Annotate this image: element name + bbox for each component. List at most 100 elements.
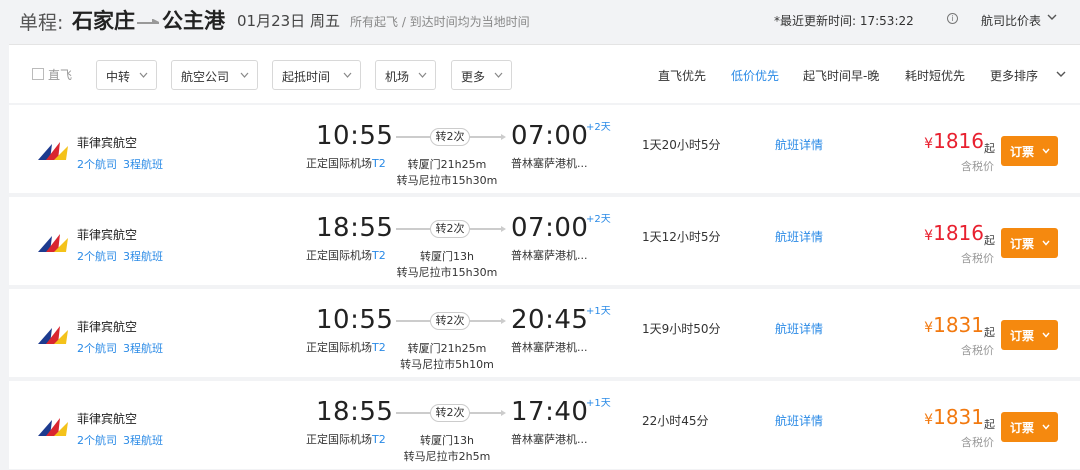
- book-button-label: 订票: [1010, 145, 1035, 159]
- price-value: 1831: [933, 313, 984, 337]
- price-from-label: 起: [984, 326, 995, 339]
- book-button[interactable]: 订票: [1001, 412, 1058, 442]
- codeshare-link[interactable]: 2个航司: [77, 156, 117, 172]
- next-day-badge: +1天: [586, 306, 611, 317]
- airline-filter-label: 航空公司: [181, 70, 230, 84]
- currency-symbol: ¥: [924, 320, 934, 336]
- tax-included-label: 含税价: [961, 160, 994, 173]
- direct-checkbox[interactable]: [32, 68, 44, 80]
- tax-included-label: 含税价: [961, 436, 994, 449]
- route-line: [396, 136, 430, 138]
- price-value: 1816: [933, 129, 984, 153]
- arrival-time: 07:00: [511, 121, 589, 151]
- chevron-down-icon: [1042, 332, 1050, 338]
- flight-row[interactable]: 菲律宾航空 2个航司 3程航班 18:55 正定国际机场T2 转2次 转厦门13…: [9, 381, 1080, 469]
- flight-row[interactable]: 菲律宾航空 2个航司 3程航班 10:55 正定国际机场T2 转2次 转厦门21…: [9, 105, 1080, 193]
- stopover-1: 转厦门13h: [420, 434, 474, 447]
- destination-city: 公主港: [162, 9, 225, 33]
- sort-departure-time[interactable]: 起飞时间早-晚: [803, 67, 879, 84]
- origin-city: 石家庄: [72, 9, 135, 33]
- book-button[interactable]: 订票: [1001, 136, 1058, 166]
- book-button[interactable]: 订票: [1001, 320, 1058, 350]
- sort-more[interactable]: 更多排序: [990, 67, 1038, 84]
- departure-terminal: T2: [372, 157, 386, 170]
- stops-badge[interactable]: 转2次: [430, 128, 470, 146]
- price-from-label: 起: [984, 142, 995, 155]
- sort-direct-first[interactable]: 直飞优先: [658, 67, 706, 84]
- flight-duration: 1天12小时5分: [642, 230, 721, 244]
- flight-row[interactable]: 菲律宾航空 2个航司 3程航班 10:55 正定国际机场T2 转2次 转厦门21…: [9, 289, 1080, 377]
- stopover-1: 转厦门13h: [420, 250, 474, 263]
- codeshare-link[interactable]: 2个航司: [77, 340, 117, 356]
- departure-airport-name: 正定国际机场: [306, 249, 372, 262]
- stopover-1: 转厦门21h25m: [407, 342, 487, 355]
- route-line: [396, 228, 430, 230]
- stopover-2: 转马尼拉市15h30m: [396, 266, 498, 279]
- more-filter[interactable]: 更多: [451, 60, 512, 90]
- airline-compare-link[interactable]: 航司比价表: [981, 12, 1041, 29]
- legs-link[interactable]: 3程航班: [123, 156, 163, 172]
- last-updated: *最近更新时间: 17:53:22: [774, 14, 914, 28]
- philippine-airlines-logo-icon: [38, 418, 68, 436]
- flight-details-link[interactable]: 航班详情: [775, 228, 823, 245]
- airline-name: 菲律宾航空: [77, 412, 138, 426]
- legs-link[interactable]: 3程航班: [123, 432, 163, 448]
- chevron-down-icon: [240, 72, 249, 78]
- time-filter[interactable]: 起抵时间: [272, 60, 361, 90]
- departure-airport: 正定国际机场T2: [306, 155, 386, 171]
- chevron-down-icon: [418, 72, 427, 78]
- chevron-down-icon[interactable]: [1056, 71, 1066, 77]
- stops-badge[interactable]: 转2次: [430, 404, 470, 422]
- flight-details-link[interactable]: 航班详情: [775, 320, 823, 337]
- chevron-down-icon: [1042, 240, 1050, 246]
- codeshare-link[interactable]: 2个航司: [77, 432, 117, 448]
- stops-badge[interactable]: 转2次: [430, 220, 470, 238]
- route-arrow: [468, 134, 506, 140]
- departure-time: 18:55: [316, 213, 394, 243]
- stops-badge[interactable]: 转2次: [430, 312, 470, 330]
- arrival-airport: 普林塞萨港机...: [511, 157, 588, 170]
- departure-airport: 正定国际机场T2: [306, 247, 386, 263]
- flight-details-link[interactable]: 航班详情: [775, 136, 823, 153]
- filter-bar: 直飞 中转 航空公司 起抵时间 机场 更多 直飞优先 低价优先 起飞时间早-晚 …: [9, 44, 1080, 103]
- departure-terminal: T2: [372, 341, 386, 354]
- sort-lowest-price[interactable]: 低价优先: [731, 67, 779, 84]
- departure-airport: 正定国际机场T2: [306, 431, 386, 447]
- airline-filter[interactable]: 航空公司: [171, 60, 258, 90]
- direct-checkbox-label[interactable]: 直飞: [48, 66, 72, 83]
- route-arrow: [468, 318, 506, 324]
- flight-row[interactable]: 菲律宾航空 2个航司 3程航班 18:55 正定国际机场T2 转2次 转厦门13…: [9, 197, 1080, 285]
- tax-included-label: 含税价: [961, 344, 994, 357]
- chevron-down-icon: [139, 72, 148, 78]
- stopover-2: 转马尼拉市2h5m: [403, 450, 491, 463]
- stopover-2: 转马尼拉市5h10m: [400, 358, 494, 371]
- flight-details-link[interactable]: 航班详情: [775, 412, 823, 429]
- next-day-badge: +1天: [586, 398, 611, 409]
- transfer-filter-label: 中转: [106, 70, 131, 84]
- departure-airport-name: 正定国际机场: [306, 341, 372, 354]
- currency-symbol: ¥: [924, 228, 934, 244]
- currency-symbol: ¥: [924, 136, 934, 152]
- legs-link[interactable]: 3程航班: [123, 248, 163, 264]
- route-arrow: [468, 410, 506, 416]
- next-day-badge: +2天: [586, 122, 611, 133]
- departure-airport: 正定国际机场T2: [306, 339, 386, 355]
- tax-included-label: 含税价: [961, 252, 994, 265]
- chevron-down-icon: [343, 72, 352, 78]
- departure-airport-name: 正定国际机场: [306, 157, 372, 170]
- transfer-filter[interactable]: 中转: [96, 60, 157, 90]
- arrival-airport: 普林塞萨港机...: [511, 341, 588, 354]
- book-button[interactable]: 订票: [1001, 228, 1058, 258]
- chevron-down-icon[interactable]: [1047, 12, 1057, 22]
- travel-date[interactable]: 01月23日 周五: [237, 10, 340, 31]
- arrival-airport: 普林塞萨港机...: [511, 249, 588, 262]
- departure-terminal: T2: [372, 433, 386, 446]
- airport-filter[interactable]: 机场: [375, 60, 436, 90]
- price: ¥1816: [924, 221, 984, 245]
- info-icon[interactable]: i: [947, 13, 958, 24]
- chevron-down-icon: [1042, 424, 1050, 430]
- legs-link[interactable]: 3程航班: [123, 340, 163, 356]
- departure-time: 10:55: [316, 305, 394, 335]
- codeshare-link[interactable]: 2个航司: [77, 248, 117, 264]
- sort-shortest-duration[interactable]: 耗时短优先: [905, 67, 965, 84]
